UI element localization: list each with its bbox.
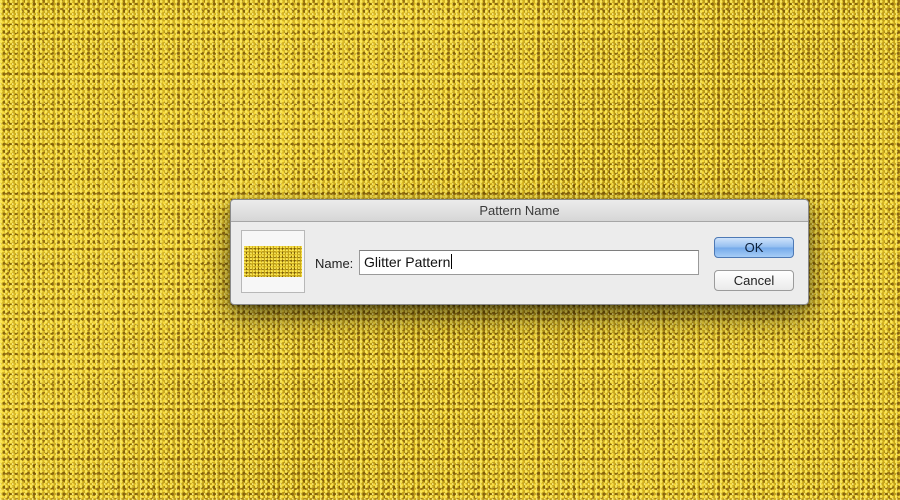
pattern-preview [241,230,305,293]
dialog-title: Pattern Name [479,203,560,218]
cancel-button[interactable]: Cancel [714,270,794,291]
name-label: Name: [315,256,354,271]
pattern-name-value: Glitter Pattern [364,254,451,270]
text-caret [451,254,453,269]
ok-button[interactable]: OK [714,237,794,258]
cancel-button-label: Cancel [733,273,775,288]
pattern-name-input[interactable]: Glitter Pattern [359,250,699,275]
dialog-titlebar[interactable]: Pattern Name [231,200,808,222]
pattern-thumbnail [244,246,302,277]
pattern-name-dialog: Pattern Name Name: Glitter Pattern OK Ca… [230,199,809,305]
ok-button-label: OK [744,240,764,255]
